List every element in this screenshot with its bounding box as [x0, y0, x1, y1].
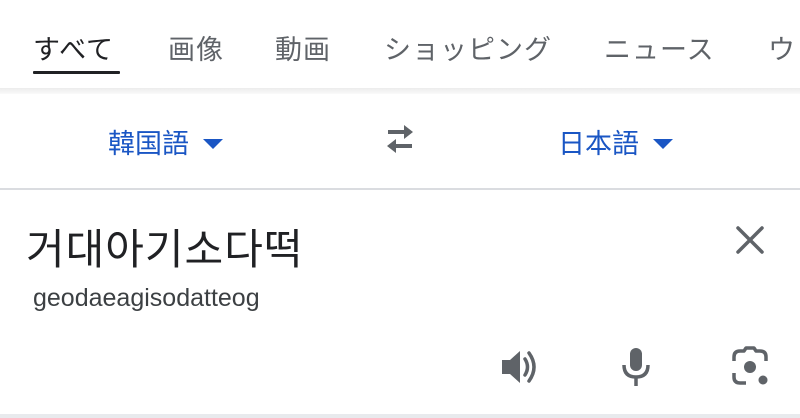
chevron-down-icon — [653, 138, 673, 149]
tab-videos[interactable]: 動画 — [275, 28, 331, 67]
close-icon[interactable] — [730, 220, 770, 260]
active-tab-indicator — [33, 71, 120, 74]
source-text[interactable]: 거대아기소다떡 — [26, 216, 303, 277]
chevron-down-icon — [203, 138, 223, 149]
tab-images[interactable]: 画像 — [168, 28, 224, 67]
target-language-label: 日本語 — [558, 129, 639, 160]
camera-lens-icon[interactable] — [728, 345, 772, 389]
source-language-selector[interactable]: 韓国語 — [108, 122, 223, 161]
microphone-icon[interactable] — [614, 345, 658, 389]
search-tabs: すべて 画像 動画 ショッピング ニュース ウ — [0, 0, 800, 88]
tab-shopping[interactable]: ショッピング — [384, 28, 552, 67]
target-language-selector[interactable]: 日本語 — [558, 122, 673, 161]
source-language-label: 韓国語 — [108, 129, 189, 160]
tab-news[interactable]: ニュース — [604, 28, 715, 67]
swap-arrows-icon[interactable] — [380, 122, 420, 156]
bottom-divider — [0, 414, 800, 418]
tab-more-partial[interactable]: ウ — [768, 28, 796, 67]
romanization-text: geodaeagisodatteog — [33, 284, 260, 312]
language-bar: 韓国語 日本語 — [0, 94, 800, 188]
speaker-icon[interactable] — [498, 345, 542, 389]
source-input-area[interactable]: 거대아기소다떡 geodaeagisodatteog — [0, 190, 800, 414]
tab-all[interactable]: すべて — [33, 28, 114, 67]
